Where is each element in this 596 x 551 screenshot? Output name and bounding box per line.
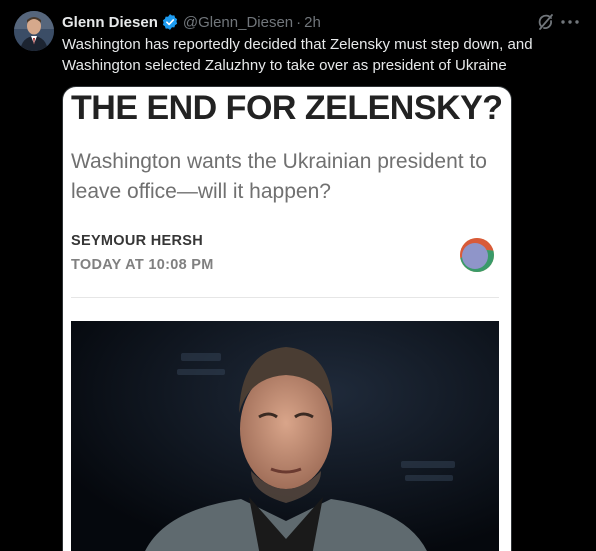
card-divider — [71, 297, 499, 298]
article-subtitle: Washington wants the Ukrainian president… — [71, 150, 487, 203]
article-title: THE END FOR ZELENSKY? — [71, 89, 503, 127]
verified-badge-icon — [161, 13, 179, 31]
article-published-time: TODAY AT 10:08 PM — [71, 257, 214, 273]
tweet-timestamp[interactable]: 2h — [304, 14, 321, 31]
article-byline: SEYMOUR HERSH — [71, 233, 203, 249]
article-photo — [71, 321, 499, 551]
publication-logo-icon — [459, 237, 495, 273]
more-options-icon[interactable] — [558, 12, 582, 32]
author-name[interactable]: Glenn Diesen — [62, 14, 158, 31]
tweet-header: Glenn Diesen @Glenn_Diesen · 2h — [62, 12, 321, 32]
author-handle[interactable]: @Glenn_Diesen — [183, 14, 293, 31]
header-separator: · — [296, 13, 302, 31]
article-card[interactable]: THE END FOR ZELENSKY? Washington wants t… — [62, 86, 512, 551]
tweet-text: Washington has reportedly decided that Z… — [62, 36, 533, 74]
grok-icon[interactable] — [536, 12, 556, 32]
tweet[interactable]: Glenn Diesen @Glenn_Diesen · 2h Washingt… — [0, 0, 596, 551]
avatar[interactable] — [14, 11, 54, 51]
